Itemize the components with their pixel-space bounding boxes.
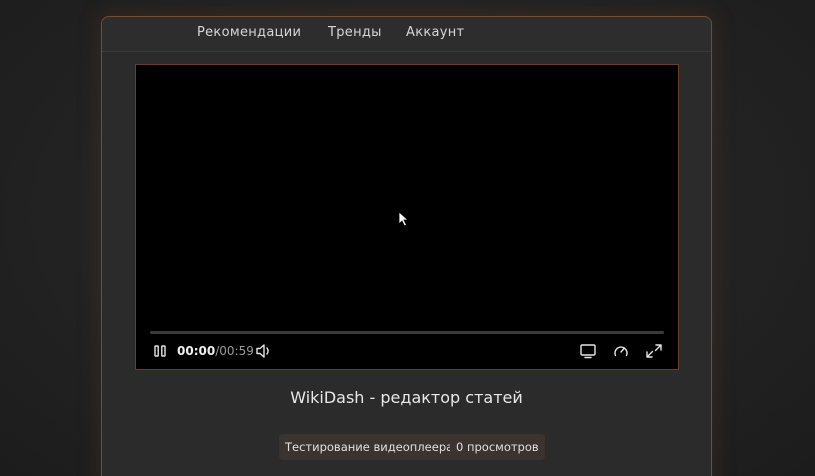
video-tag-chip[interactable]: Тестирование видеоплеера [279,434,460,460]
video-title: WikiDash - редактор статей [290,388,523,407]
playback-speed-icon [614,346,628,357]
duration: 00:59 [219,344,254,358]
pause-icon [154,345,166,357]
top-navigation: Рекомендации Тренды Аккаунт [102,17,711,52]
volume-icon [256,344,269,358]
fullscreen-button[interactable] [645,342,663,360]
current-time: 00:00 [177,344,216,358]
fullscreen-icon [646,344,662,358]
picture-in-picture-button[interactable] [579,342,597,360]
mouse-cursor-icon [398,211,410,227]
playback-speed-button[interactable] [612,342,630,360]
view-count-chip: 0 просмотров [450,434,545,460]
volume-button[interactable] [255,342,273,360]
nav-item-trends[interactable]: Тренды [328,25,382,40]
nav-item-account[interactable]: Аккаунт [406,25,464,40]
progress-bar[interactable] [150,331,664,334]
time-display: 00:00/00:59 [177,344,254,358]
picture-in-picture-icon [580,344,596,359]
video-player[interactable]: 00:00/00:59 [135,64,679,370]
nav-item-recommendations[interactable]: Рекомендации [197,25,301,40]
pause-button[interactable] [153,342,167,360]
